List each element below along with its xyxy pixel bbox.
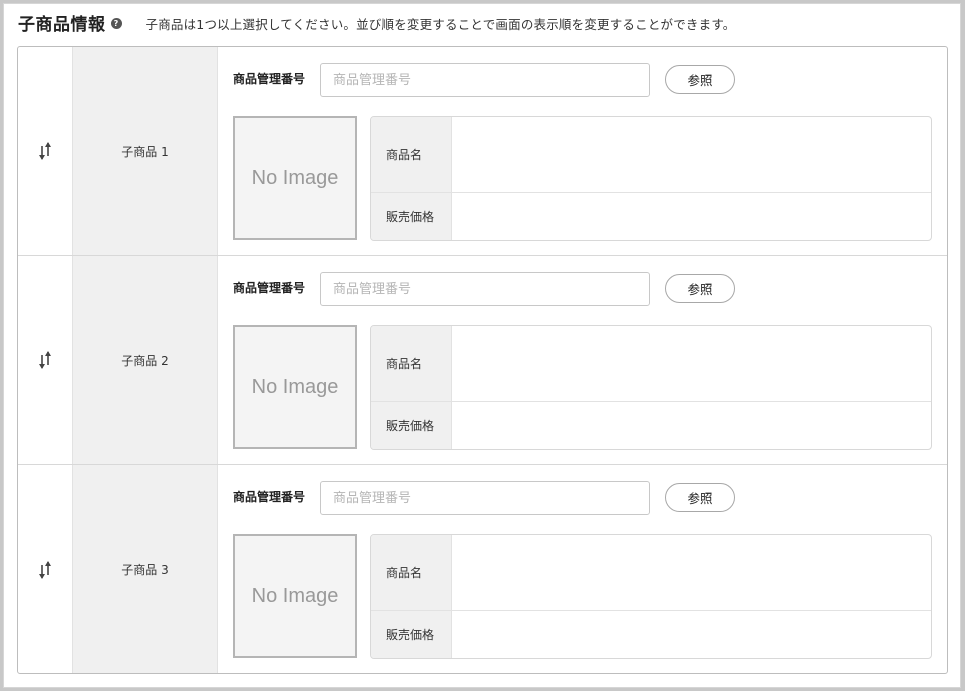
product-price-label: 販売価格 bbox=[371, 402, 452, 449]
question-circle-icon[interactable]: ? bbox=[110, 18, 122, 29]
product-name-value bbox=[452, 326, 931, 401]
product-price-value bbox=[452, 611, 931, 658]
reference-button[interactable]: 参照 bbox=[665, 483, 735, 512]
sort-arrows-icon[interactable] bbox=[38, 349, 52, 371]
product-price-row: 販売価格 bbox=[371, 193, 931, 240]
product-name-label: 商品名 bbox=[371, 117, 452, 192]
product-name-value bbox=[452, 117, 931, 192]
product-code-input[interactable] bbox=[320, 63, 650, 97]
product-price-row: 販売価格 bbox=[371, 402, 931, 449]
reference-button[interactable]: 参照 bbox=[665, 65, 735, 94]
product-code-input[interactable] bbox=[320, 481, 650, 515]
section-header: 子商品情報 ? 子商品は1つ以上選択してください。並び順を変更することで画面の表… bbox=[18, 8, 735, 36]
product-image-placeholder: No Image bbox=[233, 325, 357, 449]
product-price-value bbox=[452, 193, 931, 240]
sort-handle[interactable] bbox=[18, 465, 72, 673]
child-product-content: 商品管理番号 参照 No Image 商品名 販売価格 bbox=[218, 47, 947, 255]
product-image-placeholder: No Image bbox=[233, 534, 357, 658]
product-info-table: 商品名 販売価格 bbox=[370, 325, 932, 450]
page: 子商品情報 ? 子商品は1つ以上選択してください。並び順を変更することで画面の表… bbox=[3, 3, 961, 688]
child-product-label: 子商品 2 bbox=[72, 256, 218, 464]
reference-button[interactable]: 参照 bbox=[665, 274, 735, 303]
sort-handle[interactable] bbox=[18, 256, 72, 464]
product-name-row: 商品名 bbox=[371, 326, 931, 402]
child-product-row: 子商品 2 商品管理番号 参照 No Image 商品名 販売価格 bbox=[18, 256, 947, 465]
product-name-label: 商品名 bbox=[371, 326, 452, 401]
child-product-row: 子商品 1 商品管理番号 参照 No Image 商品名 販売価格 bbox=[18, 47, 947, 256]
child-product-label: 子商品 1 bbox=[72, 47, 218, 255]
sort-arrows-icon[interactable] bbox=[38, 559, 52, 581]
code-label: 商品管理番号 bbox=[233, 281, 306, 295]
product-info-table: 商品名 販売価格 bbox=[370, 116, 932, 241]
product-name-row: 商品名 bbox=[371, 535, 931, 611]
child-product-row: 子商品 3 商品管理番号 参照 No Image 商品名 販売価格 bbox=[18, 465, 947, 673]
child-products-table: 子商品 1 商品管理番号 参照 No Image 商品名 販売価格 bbox=[17, 46, 948, 674]
product-image-placeholder: No Image bbox=[233, 116, 357, 240]
code-label: 商品管理番号 bbox=[233, 72, 306, 86]
child-product-label: 子商品 3 bbox=[72, 465, 218, 673]
product-code-input[interactable] bbox=[320, 272, 650, 306]
section-title: 子商品情報 bbox=[18, 14, 106, 35]
code-label: 商品管理番号 bbox=[233, 490, 306, 504]
product-price-label: 販売価格 bbox=[371, 611, 452, 658]
product-price-label: 販売価格 bbox=[371, 193, 452, 240]
product-name-label: 商品名 bbox=[371, 535, 452, 610]
product-name-row: 商品名 bbox=[371, 117, 931, 193]
section-description: 子商品は1つ以上選択してください。並び順を変更することで画面の表示順を変更するこ… bbox=[145, 16, 736, 32]
sort-arrows-icon[interactable] bbox=[38, 140, 52, 162]
product-price-value bbox=[452, 402, 931, 449]
product-price-row: 販売価格 bbox=[371, 611, 931, 658]
child-product-content: 商品管理番号 参照 No Image 商品名 販売価格 bbox=[218, 256, 947, 464]
sort-handle[interactable] bbox=[18, 47, 72, 255]
product-info-table: 商品名 販売価格 bbox=[370, 534, 932, 659]
product-name-value bbox=[452, 535, 931, 610]
child-product-content: 商品管理番号 参照 No Image 商品名 販売価格 bbox=[218, 465, 947, 673]
